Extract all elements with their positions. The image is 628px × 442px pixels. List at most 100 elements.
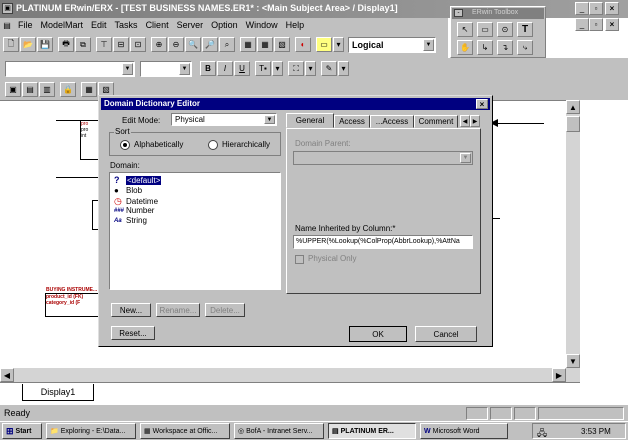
- taskbar-item-exploring[interactable]: 📁 Exploring - E:\Data...: [46, 423, 136, 439]
- tab-display1[interactable]: Display1: [22, 384, 94, 401]
- zoom-select-icon[interactable]: ⌕: [219, 37, 235, 52]
- tab-access[interactable]: Access: [334, 115, 370, 128]
- menu-tasks[interactable]: Tasks: [115, 20, 138, 30]
- line-color-icon[interactable]: ✎: [321, 61, 337, 76]
- cancel-button[interactable]: Cancel: [415, 326, 477, 342]
- physical-only-checkbox[interactable]: [295, 255, 304, 264]
- text-tool-icon[interactable]: T: [517, 22, 533, 37]
- view-dropdown[interactable]: Logical ▼: [348, 37, 436, 53]
- entity-tool-icon[interactable]: ▭: [477, 22, 493, 37]
- pointer-tool-icon[interactable]: ↖: [457, 22, 473, 37]
- close-icon[interactable]: ×: [605, 2, 619, 15]
- text-color-icon[interactable]: T▪: [255, 61, 271, 76]
- tab-scroll-left-icon[interactable]: ◀: [460, 115, 470, 127]
- reset-button[interactable]: Reset...: [111, 326, 155, 340]
- mm-connect-icon[interactable]: ▣: [5, 82, 21, 97]
- domain-item-string[interactable]: Aa String: [114, 216, 147, 225]
- db-icon[interactable]: ▦: [240, 37, 256, 52]
- taskbar-item-platinum[interactable]: ▤ PLATINUM ER...: [328, 423, 416, 439]
- taskbar-item-word[interactable]: W Microsoft Word: [420, 423, 508, 439]
- identifying-rel-icon[interactable]: ↳: [477, 40, 493, 55]
- color-icon[interactable]: ▭: [316, 37, 332, 52]
- font-name-dropdown[interactable]: ▼: [5, 61, 135, 77]
- scroll-thumb[interactable]: [566, 116, 580, 132]
- delete-button[interactable]: Delete...: [205, 303, 245, 317]
- sort-alpha-radio[interactable]: [120, 140, 130, 150]
- scroll-up-icon[interactable]: ▲: [566, 100, 580, 114]
- category-tool-icon[interactable]: ⊙: [497, 22, 513, 37]
- toolbox-close-icon[interactable]: -: [454, 9, 463, 17]
- domain-item-blob[interactable]: ● Blob: [114, 186, 142, 195]
- zoom-out-icon[interactable]: ⊖: [168, 37, 184, 52]
- domain-parent-arrow-icon[interactable]: ▼: [460, 153, 471, 163]
- save-icon[interactable]: 💾: [37, 37, 53, 52]
- menu-window[interactable]: Window: [246, 20, 278, 30]
- ok-button[interactable]: OK: [349, 326, 407, 342]
- copy-icon[interactable]: ⧉: [75, 37, 91, 52]
- tab-access2[interactable]: ...Access: [370, 115, 414, 128]
- hand-tool-icon[interactable]: ✋: [457, 40, 473, 55]
- edit-mode-arrow-icon[interactable]: ▼: [264, 115, 275, 124]
- text-color-dropdown-icon[interactable]: ▾: [272, 61, 283, 76]
- non-identifying-rel-icon[interactable]: ⤷: [517, 40, 533, 55]
- print-icon[interactable]: 🖶: [58, 37, 74, 52]
- minimize-icon[interactable]: _: [575, 2, 589, 15]
- line-color-dropdown-icon[interactable]: ▾: [338, 61, 349, 76]
- bold-button[interactable]: B: [200, 61, 216, 76]
- fill-color-dropdown-icon[interactable]: ▾: [305, 61, 316, 76]
- italic-button[interactable]: I: [217, 61, 233, 76]
- doc-restore-icon[interactable]: ▫: [589, 18, 603, 31]
- table-display-icon[interactable]: ⊟: [113, 37, 129, 52]
- many-to-many-rel-icon[interactable]: ↴: [497, 40, 513, 55]
- report-icon[interactable]: ▧: [274, 37, 290, 52]
- menu-help[interactable]: Help: [286, 20, 305, 30]
- domain-list[interactable]: ? <default> ● Blob ◷ Datetime ### Number…: [109, 172, 281, 290]
- menu-client[interactable]: Client: [146, 20, 169, 30]
- domain-item-number[interactable]: ### Number: [114, 206, 154, 215]
- edit-mode-dropdown[interactable]: Physical ▼: [171, 113, 277, 126]
- start-button[interactable]: ⊞ Start: [2, 423, 42, 439]
- zoom-in-icon[interactable]: ⊕: [151, 37, 167, 52]
- zoom-all-icon[interactable]: 🔎: [202, 37, 218, 52]
- db2-icon[interactable]: ▦: [257, 37, 273, 52]
- sort-hier-radio[interactable]: [208, 140, 218, 150]
- horizontal-scrollbar[interactable]: ◀ ▶: [0, 368, 580, 382]
- tab-scroll-right-icon[interactable]: ▶: [470, 115, 480, 127]
- menu-server[interactable]: Server: [177, 20, 204, 30]
- scroll-down-icon[interactable]: ▼: [566, 354, 580, 368]
- rename-button[interactable]: Rename...: [156, 303, 200, 317]
- taskbar-item-workspace[interactable]: ▦ Workspace at Offic...: [140, 423, 230, 439]
- view-dropdown-arrow-icon[interactable]: ▼: [423, 39, 434, 51]
- menu-edit[interactable]: Edit: [91, 20, 107, 30]
- font-size-arrow-icon[interactable]: ▼: [179, 63, 190, 75]
- domain-item-default[interactable]: ? <default>: [114, 175, 162, 185]
- doc-minimize-icon[interactable]: _: [575, 18, 589, 31]
- maximize-icon[interactable]: ▫: [589, 2, 603, 15]
- name-inherited-input[interactable]: %UPPER(%Lookup(%ColProp(AbbrLookup),%Att…: [293, 235, 473, 249]
- scroll-right-icon[interactable]: ▶: [552, 368, 566, 382]
- menu-modelmart[interactable]: ModelMart: [41, 20, 84, 30]
- domain-parent-dropdown[interactable]: ▼: [293, 151, 473, 165]
- erwin-toolbox[interactable]: - ERwin Toolbox ↖ ▭ ⊙ T ✋ ↳ ↴ ⤷: [450, 6, 546, 58]
- open-icon[interactable]: 📂: [20, 37, 36, 52]
- dialog-close-icon[interactable]: ×: [476, 99, 488, 109]
- palette-icon[interactable]: ◐: [295, 37, 311, 52]
- menu-file[interactable]: File: [18, 20, 33, 30]
- font-name-arrow-icon[interactable]: ▼: [122, 63, 133, 75]
- zoom-fit-icon[interactable]: 🔍: [185, 37, 201, 52]
- mm-open-icon[interactable]: ▤: [22, 82, 38, 97]
- doc-close-icon[interactable]: ×: [605, 18, 619, 31]
- mm-a-icon[interactable]: ▦: [81, 82, 97, 97]
- fill-color-icon[interactable]: ⛶: [288, 61, 304, 76]
- entity-display-icon[interactable]: ⊤: [96, 37, 112, 52]
- mm-save-icon[interactable]: ▥: [39, 82, 55, 97]
- font-size-dropdown[interactable]: ▼: [140, 61, 192, 77]
- new-icon[interactable]: 🗋: [3, 37, 19, 52]
- taskbar-item-bofa[interactable]: ◎ BofA - Intranet Serv...: [234, 423, 324, 439]
- display-level-icon[interactable]: ⊡: [130, 37, 146, 52]
- entity-buying-instrument[interactable]: BUYING INSTRUME... product_id (FK) categ…: [45, 287, 105, 317]
- menu-option[interactable]: Option: [211, 20, 238, 30]
- tab-comment[interactable]: Comment: [414, 115, 458, 128]
- tab-general[interactable]: General: [286, 113, 334, 128]
- underline-button[interactable]: U: [234, 61, 250, 76]
